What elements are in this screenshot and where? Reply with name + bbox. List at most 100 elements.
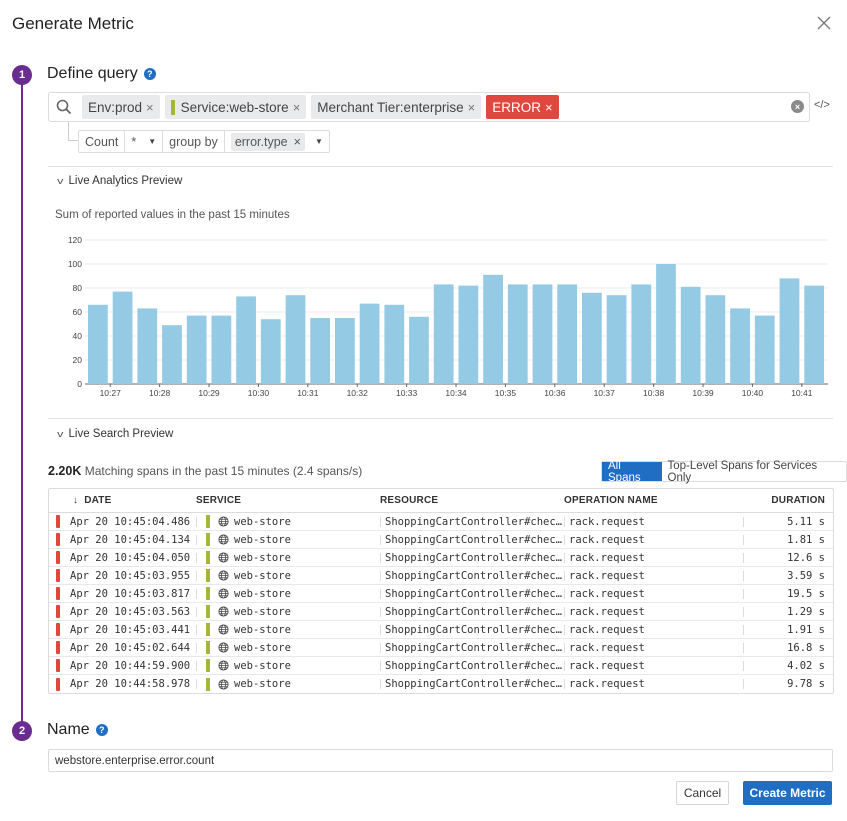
toggle-all-spans[interactable]: All Spans <box>602 460 662 484</box>
globe-icon <box>218 552 229 563</box>
column-separator <box>564 552 565 563</box>
code-view-icon[interactable]: </> <box>814 99 830 111</box>
dialog-title: Generate Metric <box>12 14 134 33</box>
error-status-indicator <box>56 659 60 672</box>
column-separator <box>564 660 565 671</box>
service-color-indicator <box>206 569 210 582</box>
column-date-label: DATE <box>84 495 112 506</box>
query-pill-env[interactable]: Env:prod × <box>82 95 160 119</box>
globe-icon <box>218 678 229 690</box>
query-search-bar[interactable]: Env:prod × Service:web-store × Merchant Ti… <box>48 92 810 122</box>
column-separator <box>380 660 381 671</box>
span-scope-toggle: All Spans Top-Level Spans for Services O… <box>601 460 847 484</box>
column-operation[interactable]: OPERATION NAME <box>564 495 744 506</box>
remove-pill-icon[interactable]: × <box>146 100 154 115</box>
match-count: 2.20K <box>48 464 82 478</box>
column-separator <box>564 534 565 545</box>
error-status-indicator <box>56 533 60 546</box>
service-color-indicator <box>206 533 210 546</box>
column-date[interactable]: ↓ DATE <box>49 495 196 506</box>
query-pill-merchant-tier[interactable]: Merchant Tier:enterprise × <box>311 95 482 119</box>
remove-pill-icon[interactable]: × <box>545 100 553 115</box>
x-tick-label: 10:40 <box>742 388 764 398</box>
query-pill-error[interactable]: ERROR × <box>486 95 559 119</box>
service-color-indicator <box>206 587 210 600</box>
match-summary: 2.20K Matching spans in the past 15 minu… <box>48 464 362 478</box>
row-duration: 19.5 s <box>787 587 825 600</box>
column-duration[interactable]: DURATION <box>744 495 833 506</box>
column-separator <box>196 642 197 653</box>
spans-table: ↓ DATE SERVICE RESOURCE OPERATION NAME D… <box>48 488 834 694</box>
table-row[interactable]: Apr 20 10:45:04.486 web-store ShoppingCa… <box>49 513 833 531</box>
row-operation: rack.request <box>569 641 645 654</box>
x-tick-label: 10:34 <box>445 388 467 398</box>
y-tick-label: 0 <box>77 379 82 389</box>
metric-name-input[interactable] <box>48 749 833 772</box>
table-row[interactable]: Apr 20 10:45:03.441 web-store ShoppingCa… <box>49 621 833 639</box>
group-by-tag-label: error.type <box>234 134 288 149</box>
clear-query-icon[interactable]: × <box>791 100 804 113</box>
service-color-indicator <box>206 605 210 618</box>
y-tick-label: 20 <box>73 355 83 365</box>
bar <box>433 284 454 384</box>
pill-label: ERROR <box>492 99 541 115</box>
column-separator <box>380 624 381 635</box>
globe-icon <box>218 516 229 527</box>
table-row[interactable]: Apr 20 10:44:59.900 web-store ShoppingCa… <box>49 657 833 675</box>
remove-pill-icon[interactable]: × <box>293 100 301 115</box>
search-preview-toggle[interactable]: v Live Search Preview <box>57 428 173 440</box>
close-button[interactable] <box>815 14 833 32</box>
bar <box>606 295 627 384</box>
table-row[interactable]: Apr 20 10:45:03.563 web-store ShoppingCa… <box>49 603 833 621</box>
service-color-indicator <box>206 677 210 691</box>
row-operation: rack.request <box>569 678 645 690</box>
row-operation: rack.request <box>569 551 645 564</box>
analytics-preview-toggle[interactable]: v Live Analytics Preview <box>57 175 182 187</box>
aggregation-function[interactable]: Count <box>79 131 126 152</box>
row-duration: 3.59 s <box>787 569 825 582</box>
remove-tag-icon[interactable]: × <box>294 135 301 149</box>
column-separator <box>380 534 381 545</box>
row-service: web-store <box>234 533 291 546</box>
help-icon[interactable]: ? <box>143 68 156 80</box>
table-row[interactable]: Apr 20 10:45:03.817 web-store ShoppingCa… <box>49 585 833 603</box>
x-tick-label: 10:41 <box>791 388 813 398</box>
column-resource[interactable]: RESOURCE <box>380 495 564 506</box>
group-by-select[interactable]: error.type × ▼ <box>225 131 329 152</box>
measure-select[interactable]: * ▼ <box>125 131 164 152</box>
column-separator <box>196 624 197 635</box>
table-row[interactable]: Apr 20 10:44:58.978 web-store ShoppingCa… <box>49 675 833 693</box>
measure-value: * <box>131 134 137 149</box>
globe-icon <box>218 588 229 599</box>
column-separator <box>564 679 565 689</box>
column-separator <box>196 534 197 545</box>
group-by-tag[interactable]: error.type × <box>230 132 305 151</box>
table-row[interactable]: Apr 20 10:45:04.134 web-store ShoppingCa… <box>49 531 833 549</box>
column-separator <box>564 606 565 617</box>
row-operation: rack.request <box>569 623 645 636</box>
bar <box>656 264 676 384</box>
step-connector <box>21 84 23 722</box>
error-status-indicator <box>56 587 60 600</box>
row-resource: ShoppingCartController#chec… <box>385 569 563 582</box>
row-operation: rack.request <box>569 605 645 618</box>
remove-pill-icon[interactable]: × <box>468 100 476 115</box>
row-service: web-store <box>234 515 291 528</box>
row-resource: ShoppingCartController#chec… <box>385 641 563 654</box>
table-row[interactable]: Apr 20 10:45:03.955 web-store ShoppingCa… <box>49 567 833 585</box>
chevron-down-icon: v <box>57 176 64 186</box>
column-service[interactable]: SERVICE <box>196 495 380 506</box>
toggle-top-level-spans[interactable]: Top-Level Spans for Services Only <box>662 460 846 484</box>
table-row[interactable]: Apr 20 10:45:04.050 web-store ShoppingCa… <box>49 549 833 567</box>
bar <box>680 286 701 384</box>
row-service: web-store <box>234 659 291 672</box>
help-icon[interactable]: ? <box>95 724 108 736</box>
create-metric-button[interactable]: Create Metric <box>743 781 832 805</box>
globe-icon <box>218 660 229 671</box>
row-operation: rack.request <box>569 515 645 528</box>
bar <box>483 274 503 384</box>
cancel-button[interactable]: Cancel <box>676 781 729 805</box>
row-resource: ShoppingCartController#chec… <box>385 623 563 636</box>
query-pill-service[interactable]: Service:web-store × <box>164 95 307 119</box>
table-row[interactable]: Apr 20 10:45:02.644 web-store ShoppingCa… <box>49 639 833 657</box>
